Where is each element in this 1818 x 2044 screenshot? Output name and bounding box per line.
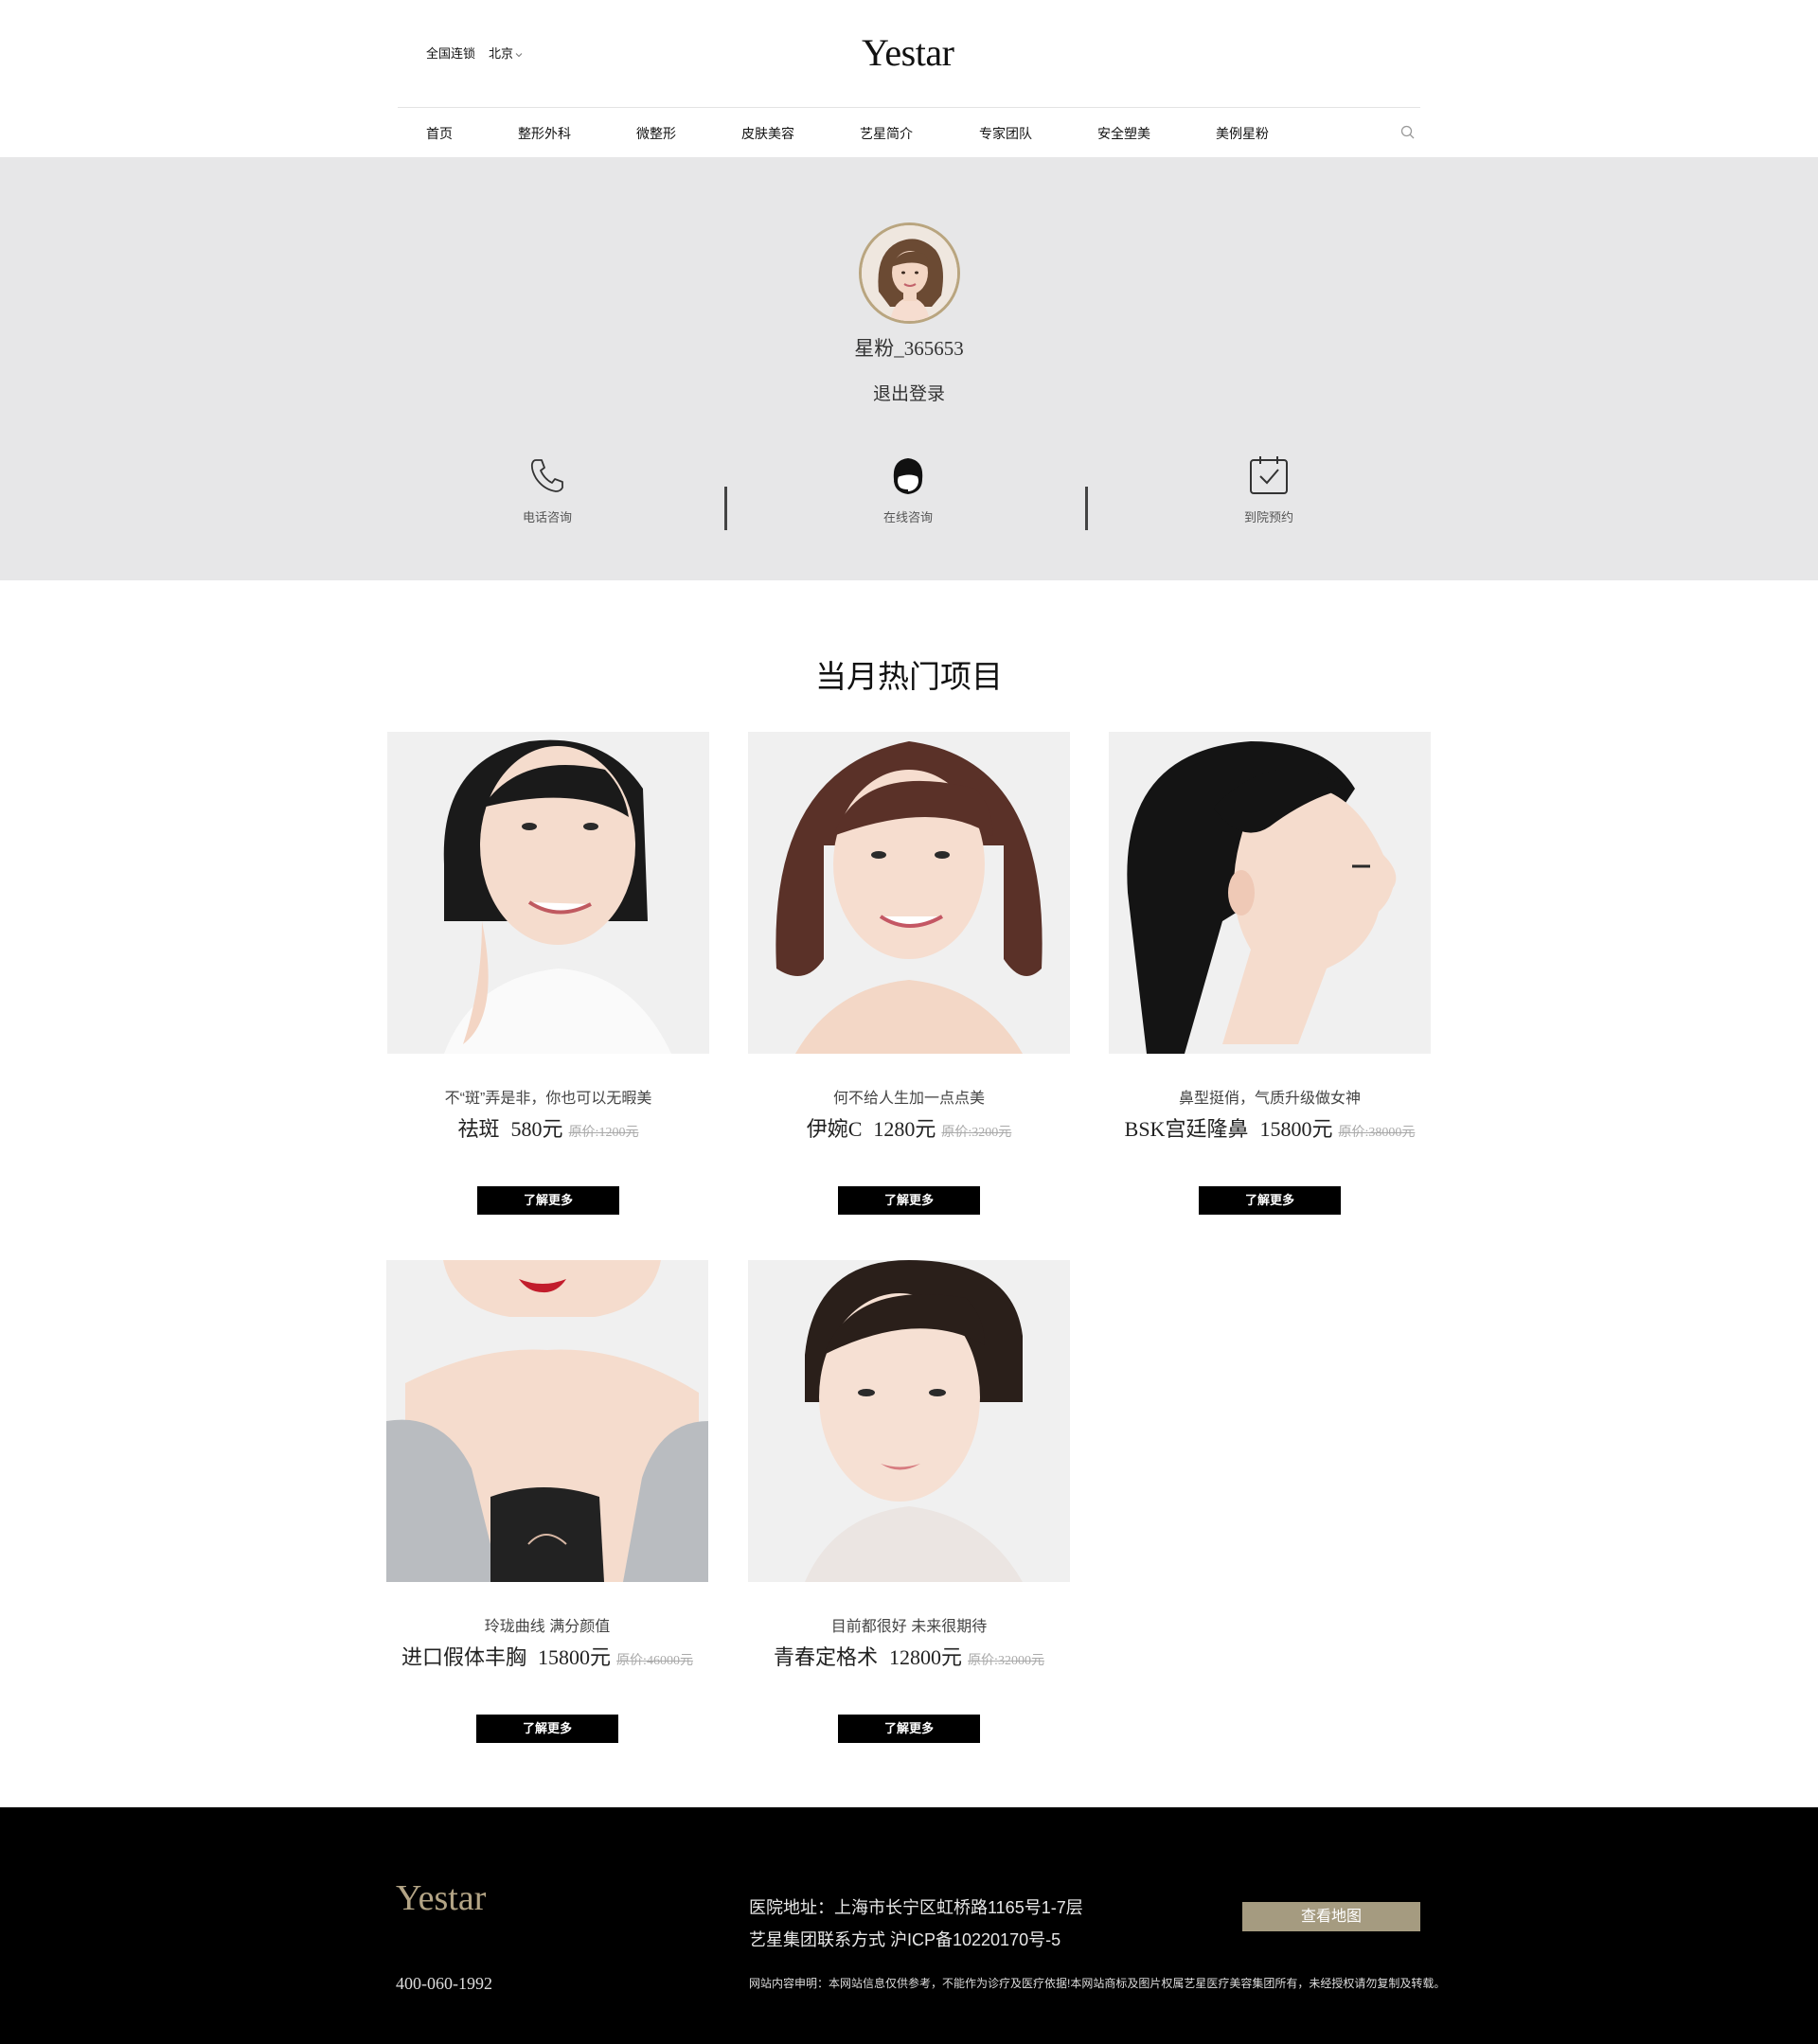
user-profile-panel: 星粉_365653 退出登录 电话咨询 在线咨询 到院预约 bbox=[0, 157, 1818, 580]
site-header: 全国连锁 北京 Yestar 首页 整形外科 微整形 皮肤美容 艺星简介 专家团… bbox=[0, 0, 1818, 157]
original-price: 原价:1200元 bbox=[568, 1126, 639, 1140]
project-card: 目前都很好 未来很期待 青春定格术 12800元 原价:32000元 了解更多 bbox=[748, 1260, 1070, 1743]
project-tagline: 目前都很好 未来很期待 bbox=[830, 1619, 988, 1635]
footer-logo: Yestar bbox=[396, 1878, 487, 1918]
avatar-portrait bbox=[862, 225, 957, 321]
project-card: 何不给人生加一点点美 伊婉C 1280元 原价:3200元 了解更多 bbox=[748, 732, 1070, 1215]
project-price: 15800元 bbox=[538, 1645, 612, 1669]
username: 星粉_365653 bbox=[854, 337, 964, 360]
project-name: 伊婉C bbox=[806, 1117, 863, 1141]
project-photo[interactable] bbox=[386, 1260, 708, 1582]
calendar-check-icon bbox=[1250, 456, 1288, 494]
price-line: 祛斑 580元 原价:1200元 bbox=[349, 1112, 747, 1143]
project-photo[interactable] bbox=[387, 732, 709, 1054]
project-name: 进口假体丰胸 bbox=[401, 1645, 527, 1669]
original-price: 原价:32000元 bbox=[968, 1654, 1044, 1668]
original-price: 原价:3200元 bbox=[941, 1126, 1012, 1140]
phone-consult-label: 电话咨询 bbox=[522, 510, 572, 524]
price-line: 伊婉C 1280元 原价:3200元 bbox=[710, 1112, 1108, 1143]
footer-disclaimer: 网站内容申明：本网站信息仅供参考，不能作为诊疗及医疗依据!本网站商标及图片权属艺… bbox=[749, 1977, 1446, 1990]
phone-icon bbox=[530, 459, 563, 492]
model-portrait-image bbox=[387, 732, 709, 1054]
original-price: 原价:38000元 bbox=[1338, 1126, 1416, 1140]
phone-consult-button[interactable]: 电话咨询 bbox=[481, 454, 614, 530]
model-profile-image bbox=[1109, 732, 1431, 1054]
project-price: 1280元 bbox=[873, 1117, 936, 1141]
site-logo[interactable]: Yestar bbox=[862, 30, 954, 75]
avatar bbox=[859, 222, 960, 324]
project-price: 12800元 bbox=[889, 1645, 963, 1669]
nav-item-cases[interactable]: 美例星粉 bbox=[1216, 124, 1269, 143]
learn-more-button[interactable]: 了解更多 bbox=[838, 1186, 980, 1215]
model-torso-image bbox=[386, 1260, 708, 1582]
section-title: 当月热门项目 bbox=[815, 659, 1003, 694]
learn-more-button[interactable]: 了解更多 bbox=[476, 1715, 618, 1743]
project-tagline: 何不给人生加一点点美 bbox=[832, 1091, 985, 1107]
online-consult-button[interactable]: 在线咨询 bbox=[842, 454, 974, 530]
nav-item-plastic-surgery[interactable]: 整形外科 bbox=[518, 124, 571, 143]
nav-item-safety[interactable]: 安全塑美 bbox=[1097, 124, 1150, 143]
top-bar: 全国连锁 北京 Yestar bbox=[398, 0, 1420, 108]
project-name: 祛斑 bbox=[457, 1117, 500, 1141]
nav-item-micro-plastic[interactable]: 微整形 bbox=[636, 124, 676, 143]
divider bbox=[724, 487, 727, 530]
appointment-label: 到院预约 bbox=[1243, 510, 1293, 524]
price-line: BSK宫廷隆鼻 15800元 原价:38000元 bbox=[1071, 1112, 1469, 1143]
online-consult-label: 在线咨询 bbox=[882, 510, 933, 524]
learn-more-button[interactable]: 了解更多 bbox=[1199, 1186, 1341, 1215]
city-label: 北京 bbox=[489, 46, 514, 61]
model-portrait-image bbox=[748, 1260, 1070, 1582]
project-tagline: 鼻型挺俏，气质升级做女神 bbox=[1178, 1091, 1361, 1107]
project-photo[interactable] bbox=[1109, 732, 1431, 1054]
nav-item-about[interactable]: 艺星简介 bbox=[860, 124, 913, 143]
footer-address: 医院地址：上海市长宁区虹桥路1165号1-7层 bbox=[749, 1898, 1083, 1917]
footer-phone: 400-060-1992 bbox=[396, 1974, 492, 1993]
search-icon[interactable] bbox=[1399, 124, 1417, 141]
footer-contact: 艺星集团联系方式 沪ICP备10220170号-5 bbox=[749, 1930, 1061, 1949]
price-line: 进口假体丰胸 15800元 原价:46000元 bbox=[348, 1641, 746, 1671]
logout-link[interactable]: 退出登录 bbox=[0, 380, 1818, 405]
main-nav: 首页 整形外科 微整形 皮肤美容 艺星简介 专家团队 安全塑美 美例星粉 bbox=[398, 108, 1420, 157]
headset-icon bbox=[893, 458, 923, 494]
learn-more-button[interactable]: 了解更多 bbox=[838, 1715, 980, 1743]
learn-more-button[interactable]: 了解更多 bbox=[477, 1186, 619, 1215]
model-portrait-image bbox=[748, 732, 1070, 1054]
project-price: 580元 bbox=[510, 1117, 563, 1141]
divider bbox=[1085, 487, 1088, 530]
project-card: 不“斑”弄是非，你也可以无暇美 祛斑 580元 原价:1200元 了解更多 bbox=[387, 732, 709, 1215]
nav-item-skin-beauty[interactable]: 皮肤美容 bbox=[741, 124, 794, 143]
project-tagline: 不“斑”弄是非，你也可以无暇美 bbox=[444, 1091, 652, 1107]
price-line: 青春定格术 12800元 原价:32000元 bbox=[710, 1641, 1108, 1671]
nav-item-home[interactable]: 首页 bbox=[426, 124, 453, 143]
project-tagline: 玲珑曲线 满分颜值 bbox=[484, 1619, 611, 1635]
project-name: BSK宫廷隆鼻 bbox=[1124, 1117, 1249, 1141]
view-map-button[interactable]: 查看地图 bbox=[1242, 1902, 1420, 1931]
project-photo[interactable] bbox=[748, 1260, 1070, 1582]
site-footer: Yestar 400-060-1992 医院地址：上海市长宁区虹桥路1165号1… bbox=[0, 1807, 1818, 2044]
project-card: 玲珑曲线 满分颜值 进口假体丰胸 15800元 原价:46000元 了解更多 bbox=[386, 1260, 708, 1743]
project-price: 15800元 bbox=[1259, 1117, 1333, 1141]
city-selector[interactable]: 北京 bbox=[489, 44, 523, 62]
chain-label: 全国连锁 bbox=[426, 46, 476, 61]
project-card: 鼻型挺俏，气质升级做女神 BSK宫廷隆鼻 15800元 原价:38000元 了解更多 bbox=[1109, 732, 1431, 1215]
project-photo[interactable] bbox=[748, 732, 1070, 1054]
project-name: 青春定格术 bbox=[774, 1645, 879, 1669]
hospital-appointment-button[interactable]: 到院预约 bbox=[1203, 454, 1335, 530]
chevron-down-icon bbox=[515, 52, 523, 57]
nav-item-experts[interactable]: 专家团队 bbox=[979, 124, 1032, 143]
original-price: 原价:46000元 bbox=[616, 1654, 693, 1668]
